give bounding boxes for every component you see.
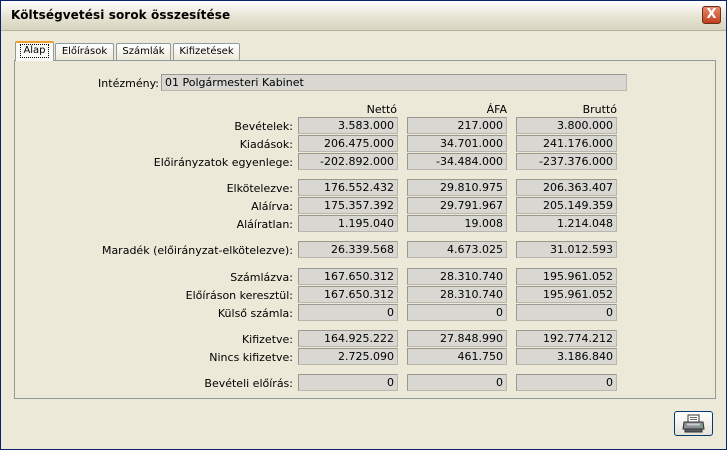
value-netto[interactable]: 167.650.312 [298, 286, 398, 303]
row-label: Külső számla: [217, 307, 293, 320]
col-header-afa: ÁFA [486, 103, 507, 116]
value-afa[interactable]: 217.000 [407, 117, 507, 134]
value-netto[interactable]: 164.925.222 [298, 330, 398, 347]
tab-eloirasok-label: Előírások [61, 46, 108, 57]
value-netto[interactable]: 206.475.000 [298, 135, 398, 152]
value-brutto[interactable]: 1.214.048 [516, 215, 617, 232]
row-label: Előirányzatok egyenlege: [153, 156, 293, 169]
value-afa[interactable]: 0 [407, 374, 507, 391]
value-brutto[interactable]: 195.961.052 [516, 286, 617, 303]
window-title: Költségvetési sorok összesítése [11, 8, 231, 22]
value-brutto[interactable]: 206.363.407 [516, 179, 617, 196]
value-afa[interactable]: 28.310.740 [407, 268, 507, 285]
value-netto[interactable]: 0 [298, 304, 398, 321]
value-brutto[interactable]: 0 [516, 374, 617, 391]
value-afa[interactable]: 0 [407, 304, 507, 321]
row-label: Aláírva: [251, 200, 293, 213]
value-netto[interactable]: 26.339.568 [298, 241, 398, 258]
value-afa[interactable]: 4.673.025 [407, 241, 507, 258]
title-bar[interactable]: Költségvetési sorok összesítése X [1, 1, 726, 31]
value-afa[interactable]: 34.701.000 [407, 135, 507, 152]
row-label: Kiadások: [239, 138, 293, 151]
row-label: Maradék (előirányzat-elkötelezve): [101, 244, 293, 257]
close-button[interactable]: X [702, 6, 721, 24]
dialog-window: Költségvetési sorok összesítése X Alap E… [0, 0, 727, 450]
value-netto[interactable]: 1.195.040 [298, 215, 398, 232]
printer-icon [682, 414, 705, 433]
value-afa[interactable]: 19.008 [407, 215, 507, 232]
value-brutto[interactable]: 205.149.359 [516, 197, 617, 214]
value-netto[interactable]: 0 [298, 374, 398, 391]
col-header-brutto: Bruttó [582, 103, 617, 116]
tab-szamlak[interactable]: Számlák [116, 43, 171, 60]
value-afa[interactable]: 29.791.967 [407, 197, 507, 214]
value-brutto[interactable]: 192.774.212 [516, 330, 617, 347]
tab-eloirasok[interactable]: Előírások [55, 43, 114, 60]
value-netto[interactable]: -202.892.000 [298, 153, 398, 170]
value-netto[interactable]: 176.552.432 [298, 179, 398, 196]
value-netto[interactable]: 3.583.000 [298, 117, 398, 134]
tab-panel-alap: Intézmény: 01 Polgármesteri Kabinet Nett… [14, 60, 716, 399]
value-brutto[interactable]: 241.176.000 [516, 135, 617, 152]
institution-field[interactable]: 01 Polgármesteri Kabinet [161, 74, 627, 91]
tab-kifizetesek-label: Kifizetések [179, 46, 234, 57]
row-label: Aláíratlan: [236, 218, 293, 231]
print-button[interactable] [674, 411, 713, 436]
value-afa[interactable]: 27.848.990 [407, 330, 507, 347]
value-afa[interactable]: 461.750 [407, 348, 507, 365]
value-brutto[interactable]: 3.800.000 [516, 117, 617, 134]
tab-alap-label: Alap [20, 44, 49, 58]
value-brutto[interactable]: 195.961.052 [516, 268, 617, 285]
value-afa[interactable]: -34.484.000 [407, 153, 507, 170]
value-netto[interactable]: 2.725.090 [298, 348, 398, 365]
value-brutto[interactable]: 31.012.593 [516, 241, 617, 258]
value-brutto[interactable]: -237.376.000 [516, 153, 617, 170]
value-netto[interactable]: 167.650.312 [298, 268, 398, 285]
institution-label: Intézmény: [98, 77, 159, 90]
row-label: Bevételek: [234, 120, 293, 133]
row-label: Kifizetve: [241, 333, 293, 346]
row-label: Számlázva: [230, 271, 293, 284]
value-brutto[interactable]: 0 [516, 304, 617, 321]
tab-szamlak-label: Számlák [122, 46, 165, 57]
value-netto[interactable]: 175.357.392 [298, 197, 398, 214]
row-label: Előíráson keresztül: [185, 289, 293, 302]
row-label: Nincs kifizetve: [209, 351, 293, 364]
close-icon: X [706, 7, 717, 22]
col-header-netto: Nettó [366, 103, 397, 116]
row-label: Elkötelezve: [226, 182, 293, 195]
tab-kifizetesek[interactable]: Kifizetések [173, 43, 240, 60]
value-afa[interactable]: 29.810.975 [407, 179, 507, 196]
value-brutto[interactable]: 3.186.840 [516, 348, 617, 365]
row-label: Bevételi előírás: [204, 377, 293, 390]
tab-alap[interactable]: Alap [15, 41, 54, 61]
value-afa[interactable]: 28.310.740 [407, 286, 507, 303]
